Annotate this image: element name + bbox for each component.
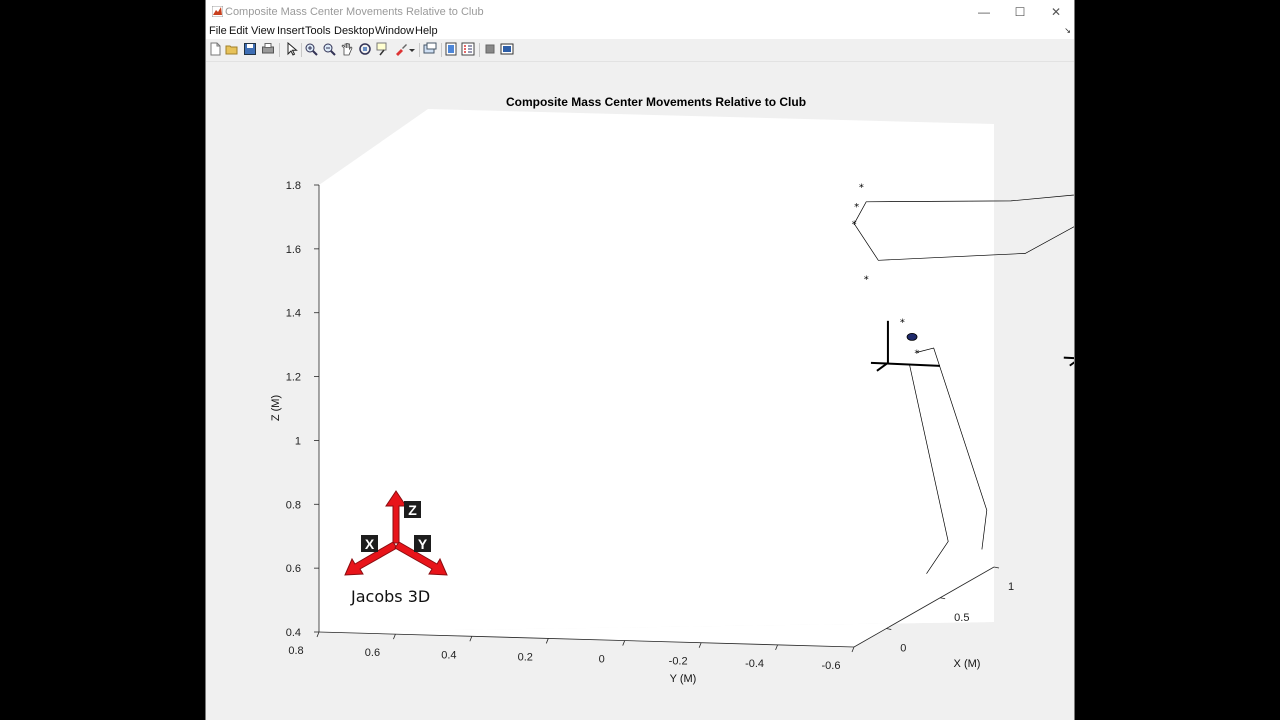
y-tick <box>393 633 396 640</box>
x-tick <box>993 566 1000 569</box>
rotate-3d-icon[interactable] <box>358 42 372 56</box>
menu-tools[interactable]: Tools <box>305 25 331 37</box>
menu-edit[interactable]: Edit <box>229 25 248 37</box>
jacobs-3d-logo: Z X Y Jacobs 3D <box>341 488 451 613</box>
z-tick-label: 0.8 <box>286 499 301 511</box>
menu-desktop[interactable]: Desktop <box>334 25 374 37</box>
star-marker: * <box>864 275 869 286</box>
y-tick <box>545 638 549 644</box>
y-tick <box>698 642 702 648</box>
link-plot-icon[interactable] <box>423 42 437 56</box>
x-axis-label: X (M) <box>954 658 981 670</box>
colorbar-icon[interactable] <box>444 42 458 56</box>
y-tick <box>775 644 778 651</box>
y-tick-label: 0.4 <box>441 649 456 661</box>
z-axis-label: Z (M) <box>270 395 282 421</box>
menu-view[interactable]: View <box>251 25 275 37</box>
x-tick-label: 0.5 <box>954 612 969 624</box>
y-tick-label: -0.4 <box>745 658 764 670</box>
logo-label: Jacobs 3D <box>351 587 431 606</box>
x-tick-label: 0 <box>900 643 906 655</box>
y-tick-label: -0.6 <box>822 660 841 672</box>
zoom-in-icon[interactable] <box>304 42 318 56</box>
maximize-button[interactable]: ☐ <box>1002 2 1038 22</box>
y-tick <box>469 636 473 642</box>
hide-tools-icon[interactable] <box>483 42 497 56</box>
z-tick-label: 1.8 <box>286 180 301 192</box>
zoom-out-icon[interactable] <box>322 42 336 56</box>
logo-axes-icon: Z X Y <box>344 490 448 576</box>
toolbar-separator <box>441 43 442 57</box>
z-tick-label: 1.2 <box>286 372 301 384</box>
circle-marker <box>906 333 918 341</box>
save-icon[interactable] <box>243 42 257 56</box>
y-tick-label: 0.2 <box>518 651 533 663</box>
toolbar <box>206 39 1074 62</box>
z-tick-label: 0.6 <box>286 563 301 575</box>
show-tools-icon[interactable] <box>500 42 514 56</box>
y-tick <box>316 631 320 638</box>
menu-bar: File Edit View Insert Tools Desktop Wind… <box>206 24 1074 39</box>
x-tick <box>886 628 892 630</box>
star-marker: * <box>914 348 919 359</box>
y-tick-label: 0 <box>599 654 605 666</box>
pan-hand-icon[interactable] <box>340 42 354 56</box>
y-tick-label: -0.2 <box>669 656 688 668</box>
star-marker: * <box>854 202 859 213</box>
menu-help[interactable]: Help <box>415 25 438 37</box>
y-axis-label: Y (M) <box>670 673 697 685</box>
minimize-button[interactable]: — <box>966 2 1002 22</box>
window-title: Composite Mass Center Movements Relative… <box>225 6 484 18</box>
y-tick <box>622 640 626 646</box>
logo-letter-x: X <box>365 536 375 552</box>
star-marker: * <box>859 183 864 194</box>
menu-insert[interactable]: Insert <box>277 25 305 37</box>
data-cursor-icon[interactable] <box>376 42 390 56</box>
y-tick <box>851 646 855 653</box>
triad-axis-y <box>1063 356 1074 360</box>
toolbar-separator <box>479 43 480 57</box>
z-tick-label: 1.4 <box>286 308 301 320</box>
logo-letter-z: Z <box>408 502 417 518</box>
axes-triad <box>1063 356 1074 367</box>
print-icon[interactable] <box>261 42 275 56</box>
open-file-icon[interactable] <box>225 42 239 56</box>
figure-window: Composite Mass Center Movements Relative… <box>205 0 1075 720</box>
z-tick-label: 1 <box>295 435 301 447</box>
toolbar-separator <box>301 43 302 57</box>
y-tick-label: 0.6 <box>365 647 380 659</box>
logo-letter-y: Y <box>418 536 428 552</box>
toolbar-separator <box>279 43 280 57</box>
menu-file[interactable]: File <box>209 25 227 37</box>
chart-title: Composite Mass Center Movements Relative… <box>506 95 806 109</box>
z-tick-label: 1.6 <box>286 244 301 256</box>
brush-dropdown-icon[interactable] <box>408 42 416 56</box>
title-bar[interactable]: Composite Mass Center Movements Relative… <box>206 0 1074 24</box>
plot-area[interactable]: 0.4 0.6 0.8 1 1.2 1.4 1.6 1.8 0.8 0.6 0.4 0.2 0 -0.2 -… <box>206 62 1074 718</box>
select-arrow-icon[interactable] <box>284 42 298 56</box>
matlab-icon <box>212 6 223 17</box>
new-figure-icon[interactable] <box>208 42 222 56</box>
toolbar-separator <box>419 43 420 57</box>
y-tick-label: 0.8 <box>288 645 303 657</box>
star-marker: * <box>900 318 905 329</box>
close-button[interactable]: ✕ <box>1038 2 1074 22</box>
menu-window[interactable]: Window <box>375 25 414 37</box>
dock-arrow-icon[interactable]: ↘ <box>1064 26 1071 35</box>
star-marker: * <box>852 220 857 231</box>
x-tick-label: 1 <box>1008 581 1014 593</box>
brush-icon[interactable] <box>394 42 408 56</box>
legend-icon[interactable] <box>461 42 475 56</box>
z-tick-label: 0.4 <box>286 627 301 639</box>
